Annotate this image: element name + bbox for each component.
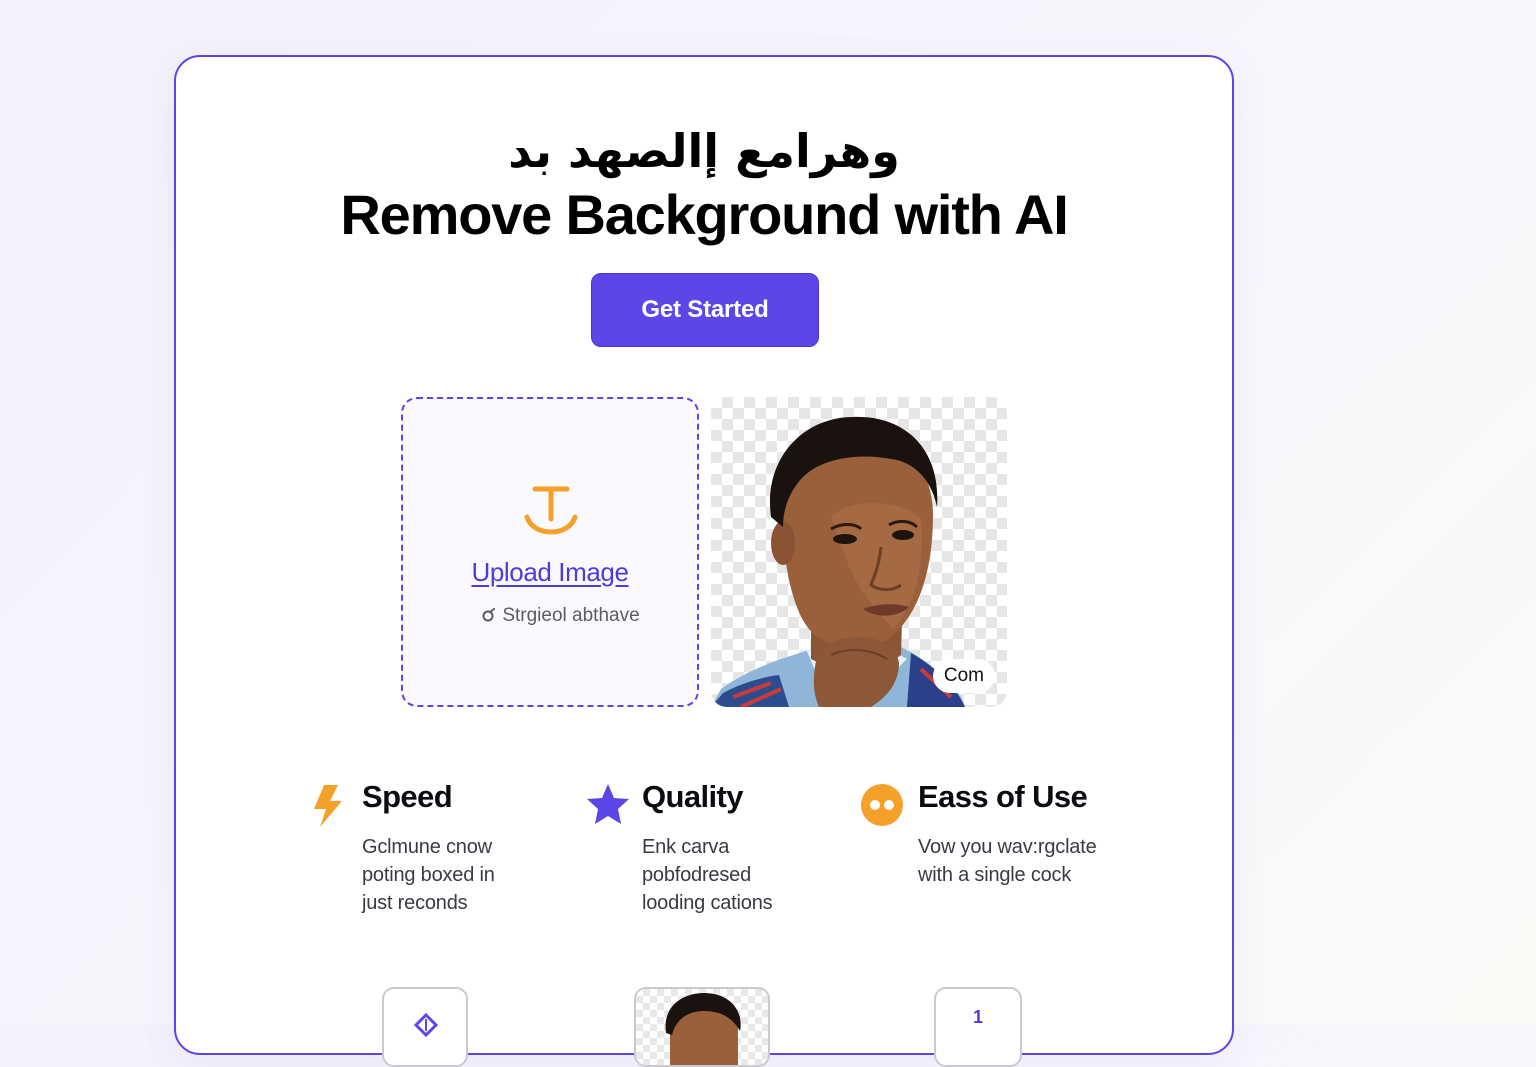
get-started-button[interactable]: Get Started — [591, 273, 819, 347]
feature-description: Gclmune cnow poting boxed in just recond… — [362, 836, 495, 914]
hint-icon — [482, 608, 496, 622]
page-title: Remove Background with AI — [340, 183, 1068, 246]
feature-title: Eass of Use — [918, 779, 1088, 814]
upload-hint-label: Strgieol abthave — [502, 605, 640, 626]
upload-hint: Strgieol abthave — [403, 605, 697, 627]
thumbnail-3[interactable]: 1 — [934, 987, 1022, 1067]
upload-arrow-icon — [524, 486, 578, 535]
feature-title: Quality — [642, 779, 743, 814]
preview-badge: Com — [932, 659, 995, 693]
feature-description: Enk carva pobfodresed looding cations — [642, 836, 773, 914]
feature-description: Vow you wav:rgclate with a single cock — [918, 836, 1097, 886]
thumbnail-number: 1 — [972, 1007, 983, 1027]
result-preview: Com — [711, 397, 1007, 707]
main-card: وهرامع إالصهد بد Remove Background with … — [174, 55, 1234, 1067]
diamond-icon — [413, 1012, 439, 1038]
upload-image-link[interactable]: Upload Image — [403, 557, 697, 588]
thumbnail-2[interactable] — [634, 987, 770, 1067]
smiley-icon — [861, 784, 903, 826]
arabic-title: وهرامع إالصهد بد — [508, 124, 900, 178]
thumbnail-portrait — [665, 993, 741, 1065]
lightning-icon — [314, 785, 342, 827]
thumbnail-1[interactable] — [382, 987, 468, 1067]
star-icon — [587, 784, 629, 824]
upload-dropzone[interactable]: Upload Image Strgieol abthave — [401, 397, 699, 707]
feature-title: Speed — [362, 779, 453, 814]
